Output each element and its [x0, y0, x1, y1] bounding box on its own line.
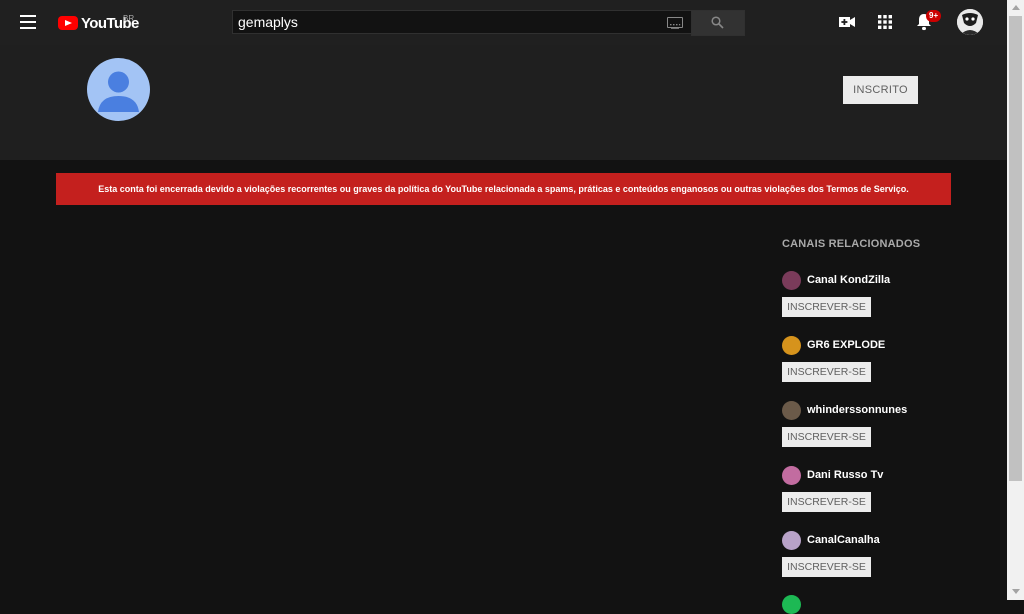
related-channel-item: Dani Russo Tv INSCREVER-SE	[782, 465, 883, 512]
keyboard-icon[interactable]	[667, 17, 683, 29]
scrollbar-thumb[interactable]	[1009, 16, 1022, 481]
subscribe-button[interactable]: INSCREVER-SE	[782, 557, 871, 577]
related-channel-link[interactable]: whinderssonnunes	[782, 400, 907, 420]
scroll-down-arrow-icon[interactable]	[1012, 589, 1020, 594]
subscribe-button[interactable]: INSCREVER-SE	[782, 492, 871, 512]
notification-badge: 9+	[926, 10, 942, 22]
scroll-up-arrow-icon[interactable]	[1012, 5, 1020, 10]
apps-grid-icon[interactable]	[878, 15, 892, 29]
termination-alert: Esta conta foi encerrada devido a violaç…	[56, 173, 951, 205]
related-channel-name: Dani Russo Tv	[807, 469, 884, 481]
related-channel-item: Canal KondZilla INSCREVER-SE	[782, 270, 890, 317]
youtube-logo-icon	[58, 16, 78, 30]
create-video-icon[interactable]	[838, 12, 856, 32]
user-avatar-icon[interactable]	[957, 9, 983, 35]
channel-avatar-icon	[782, 530, 801, 550]
channel-avatar-icon	[782, 270, 801, 290]
channel-avatar-icon	[782, 335, 801, 355]
search-icon	[711, 16, 724, 29]
subscribe-button[interactable]: INSCREVER-SE	[782, 362, 871, 382]
related-channel-item: CanalCanalha INSCREVER-SE	[782, 530, 880, 577]
channel-avatar-icon	[782, 465, 801, 485]
related-channel-item: whinderssonnunes INSCREVER-SE	[782, 400, 907, 447]
top-bar: YouTube BR 9+	[0, 0, 1007, 45]
subscribe-button[interactable]: INSCREVER-SE	[782, 427, 871, 447]
related-channel-link[interactable]: CanalCanalha	[782, 530, 880, 550]
related-channel-link[interactable]: Dani Russo Tv	[782, 465, 883, 485]
logo-region: BR	[123, 14, 135, 23]
channel-avatar-icon[interactable]	[782, 595, 801, 614]
menu-icon[interactable]	[20, 15, 36, 29]
related-channel-item: GR6 EXPLODE INSCREVER-SE	[782, 335, 885, 382]
search-button[interactable]	[691, 10, 745, 36]
related-channel-name: Canal KondZilla	[807, 274, 891, 286]
related-channels-title: CANAIS RELACIONADOS	[782, 238, 921, 250]
subscribe-button[interactable]: INSCREVER-SE	[782, 297, 871, 317]
related-channel-name: CanalCanalha	[807, 534, 880, 546]
default-channel-avatar-icon	[87, 58, 150, 121]
related-channel-item-partial	[782, 595, 801, 614]
subscribed-button[interactable]: INSCRITO	[843, 76, 918, 104]
related-channel-link[interactable]: GR6 EXPLODE	[782, 335, 885, 355]
related-channel-link[interactable]: Canal KondZilla	[782, 270, 890, 290]
related-channel-name: whinderssonnunes	[807, 404, 908, 416]
scrollbar[interactable]	[1007, 0, 1024, 600]
related-channel-name: GR6 EXPLODE	[807, 339, 886, 351]
channel-avatar-icon	[782, 400, 801, 420]
search-input[interactable]	[232, 10, 697, 34]
